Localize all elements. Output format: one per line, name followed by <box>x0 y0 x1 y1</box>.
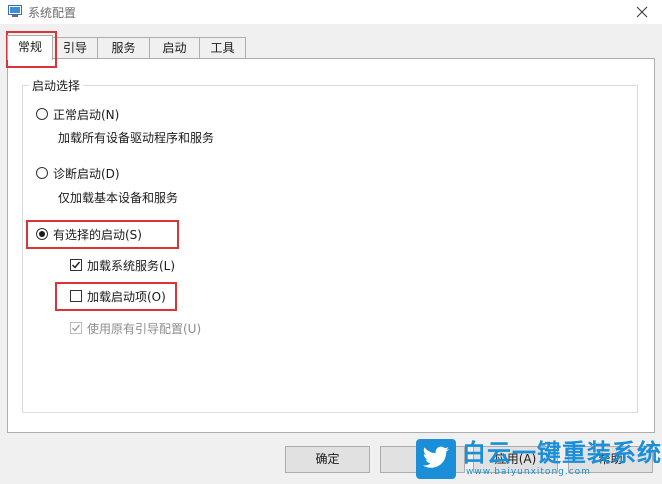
tab-general[interactable]: 常规 <box>7 35 53 60</box>
checkmark-icon <box>72 261 81 269</box>
window-title: 系统配置 <box>28 6 77 20</box>
tab-boot[interactable]: 引导 <box>52 37 98 58</box>
load-startup-items-highlight <box>55 282 177 311</box>
system-config-window: 系统配置 常规 引导 服务 启动 工具 启动选择 正常启动(N) 加载所有设备驱… <box>0 0 662 484</box>
checkmark-icon <box>72 324 81 332</box>
baiyun-watermark: 白云一键重装系统 www.baiyunxitong.com <box>410 439 662 481</box>
selective-startup-highlight <box>26 220 179 249</box>
diagnostic-startup-radio[interactable]: 诊断启动(D) <box>36 164 120 182</box>
title-bar[interactable]: 系统配置 <box>0 0 662 24</box>
load-system-services-checkbox[interactable]: 加载系统服务(L) <box>70 256 175 274</box>
checkbox-box-checked-disabled <box>70 322 82 334</box>
use-original-boot-config-label: 使用原有引导配置(U) <box>87 321 202 336</box>
bird-logo-icon <box>416 439 456 479</box>
checkbox-box-checked[interactable] <box>70 259 82 271</box>
startup-selection-label: 启动选择 <box>29 77 84 94</box>
normal-startup-radio[interactable]: 正常启动(N) <box>36 105 119 123</box>
normal-startup-label: 正常启动(N) <box>53 107 120 122</box>
tab-services[interactable]: 服务 <box>97 37 150 58</box>
diagnostic-startup-label: 诊断启动(D) <box>53 166 120 181</box>
radio-circle[interactable] <box>36 167 48 179</box>
use-original-boot-config-checkbox: 使用原有引导配置(U) <box>70 319 201 337</box>
tab-tools[interactable]: 工具 <box>199 37 246 58</box>
close-icon[interactable] <box>632 2 652 22</box>
ok-button[interactable]: 确定 <box>285 446 370 473</box>
radio-circle[interactable] <box>36 108 48 120</box>
watermark-url: www.baiyunxitong.com <box>466 467 591 477</box>
diagnostic-startup-description: 仅加载基本设备和服务 <box>58 191 179 205</box>
system-config-app-icon <box>8 5 22 17</box>
watermark-title: 白云一键重装系统 <box>462 439 662 467</box>
tab-startup[interactable]: 启动 <box>149 37 200 58</box>
load-system-services-label: 加载系统服务(L) <box>87 258 176 273</box>
normal-startup-description: 加载所有设备驱动程序和服务 <box>58 131 215 145</box>
